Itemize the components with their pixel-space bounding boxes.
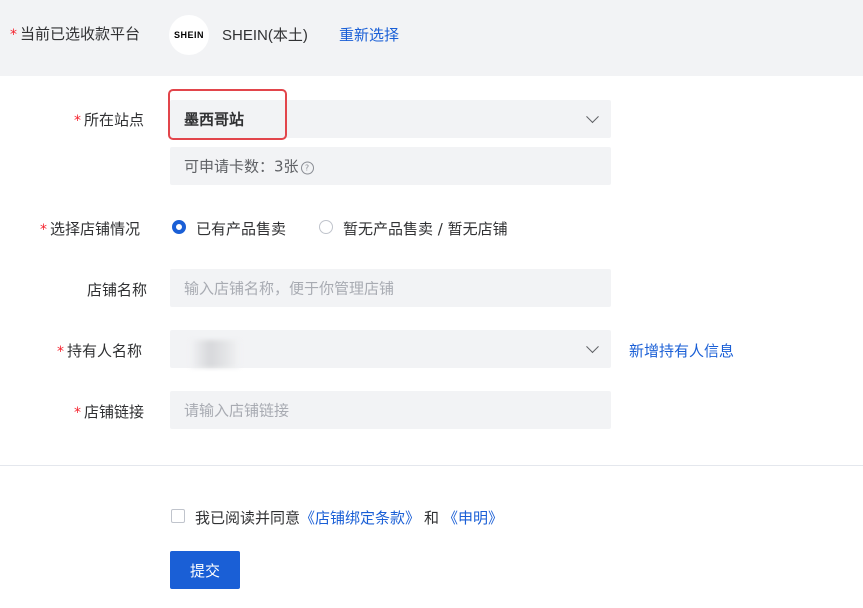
chevron-down-icon bbox=[586, 340, 599, 354]
site-select[interactable]: 墨西哥站 bbox=[170, 100, 611, 138]
shop-status-label: 选择店铺情况 bbox=[50, 220, 141, 238]
radio-no-products[interactable] bbox=[319, 220, 333, 234]
required-mark: * bbox=[10, 27, 17, 43]
radio-no-products-label[interactable]: 暂无产品售卖 / 暂无店铺 bbox=[343, 218, 508, 239]
chevron-down-icon bbox=[586, 110, 599, 124]
site-label: 所在站点 bbox=[84, 111, 145, 129]
agreement-line: 我已阅读并同意《店铺绑定条款》和《申明》 bbox=[195, 507, 503, 528]
add-holder-link[interactable]: 新增持有人信息 bbox=[629, 340, 734, 361]
platform-label-row: * 当前已选收款平台 bbox=[10, 23, 140, 44]
card-count-text: 可申请卡数：3张 bbox=[184, 157, 299, 176]
platform-name: SHEIN(本土) bbox=[222, 27, 308, 44]
radio-has-products[interactable] bbox=[172, 220, 186, 234]
site-select-value: 墨西哥站 bbox=[184, 110, 245, 129]
shop-status-label-row: * 选择店铺情况 bbox=[40, 218, 140, 239]
card-count-info: 可申请卡数：3张? bbox=[170, 147, 611, 185]
agree-prefix: 我已阅读并同意 bbox=[195, 509, 301, 527]
shop-link-label-row: * 店铺链接 bbox=[74, 401, 144, 422]
help-icon[interactable]: ? bbox=[300, 161, 314, 175]
required-mark: * bbox=[40, 222, 47, 238]
divider bbox=[0, 465, 863, 466]
radio-has-products-label[interactable]: 已有产品售卖 bbox=[196, 218, 286, 239]
agree-checkbox[interactable] bbox=[171, 509, 185, 523]
required-mark: * bbox=[74, 405, 81, 421]
shop-name-placeholder: 输入店铺名称，便于你管理店铺 bbox=[184, 279, 395, 298]
shop-name-input[interactable]: 输入店铺名称，便于你管理店铺 bbox=[170, 269, 611, 307]
shop-link-input[interactable]: 请输入店铺链接 bbox=[170, 391, 611, 429]
required-mark: * bbox=[74, 113, 81, 129]
shop-link-placeholder: 请输入店铺链接 bbox=[184, 401, 290, 420]
site-label-row: * 所在站点 bbox=[74, 109, 144, 130]
reselect-link[interactable]: 重新选择 bbox=[339, 24, 399, 45]
shop-link-label: 店铺链接 bbox=[84, 403, 145, 421]
platform-label: 当前已选收款平台 bbox=[20, 25, 141, 43]
agree-conjunction: 和 bbox=[424, 509, 440, 527]
shop-name-label: 店铺名称 bbox=[87, 281, 148, 299]
required-mark: * bbox=[57, 344, 64, 360]
holder-label: 持有人名称 bbox=[67, 342, 143, 360]
redacted-area bbox=[190, 340, 240, 368]
shein-logo: SHEIN bbox=[169, 15, 209, 55]
submit-button[interactable]: 提交 bbox=[170, 551, 240, 589]
statement-link[interactable]: 《申明》 bbox=[443, 509, 503, 527]
terms-link[interactable]: 《店铺绑定条款》 bbox=[300, 509, 420, 527]
holder-label-row: * 持有人名称 bbox=[57, 340, 142, 361]
